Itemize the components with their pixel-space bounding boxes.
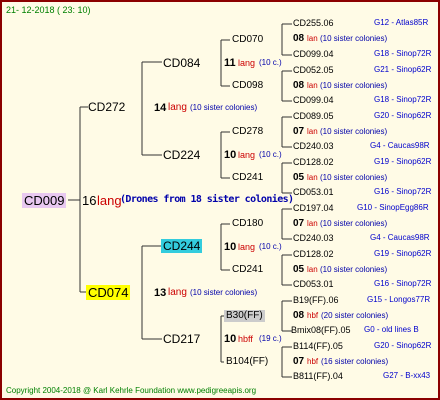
l4-queen-name[interactable]: CD128.02: [293, 250, 334, 259]
l4-queen-origin: G4 - Caucas98R: [370, 233, 430, 242]
l1-queen-colony-count: 14: [154, 102, 167, 114]
l4-queen-name[interactable]: CD240.03: [293, 142, 334, 151]
l4-queen-origin: G20 - Sinop62R: [374, 111, 432, 120]
l2-queen-mating-type: hbff: [238, 334, 253, 344]
root-queen-drone-note: (Drones from 18 sister colonies): [120, 194, 294, 205]
l4-queen-name[interactable]: B811(FF).04: [293, 372, 343, 381]
l4-queen-origin: G21 - Sinop62R: [374, 65, 432, 74]
l1-queen-note: (10 sister colonies): [190, 288, 258, 297]
l4-colony-count: 05: [293, 264, 305, 275]
l3-queen-name[interactable]: CD278: [232, 127, 263, 137]
l1-queen-name[interactable]: CD074: [86, 285, 131, 300]
l4-mating-type: lan: [307, 219, 318, 228]
l1-queen-colony-count: 13: [154, 287, 167, 299]
root-queen-colony-count: 16: [82, 193, 97, 208]
l2-queen-name[interactable]: CD244: [161, 239, 203, 253]
l3-queen-name[interactable]: B30(FF): [224, 310, 265, 322]
l2-queen-colony-count: 10: [224, 333, 237, 345]
l4-queen-name[interactable]: CD089.05: [293, 112, 334, 121]
l2-queen-note: (19 c.): [259, 334, 282, 343]
l4-queen-origin: G20 - Sinop62R: [374, 341, 432, 350]
l2-queen-name[interactable]: CD224: [163, 149, 200, 161]
l4-note: (10 sister colonies): [320, 219, 388, 228]
timestamp: 21- 12-2018 ( 23: 10): [6, 5, 91, 15]
l2-queen-name[interactable]: CD217: [163, 333, 200, 345]
l4-queen-origin: G19 - Sinop62R: [374, 157, 432, 166]
l4-note: (16 sister colonies): [321, 357, 389, 366]
l2-queen-colony-count: 10: [224, 149, 237, 161]
l4-queen-origin: G12 - Atlas85R: [374, 18, 429, 27]
l4-mating-type: lan: [307, 265, 318, 274]
l2-queen-note: (10 c.): [259, 58, 282, 67]
l4-colony-count: 07: [293, 126, 305, 137]
root-queen-mating-type: lang: [97, 193, 122, 208]
l4-mating-type: hbf: [307, 357, 319, 366]
l4-mating-type: lan: [307, 173, 318, 182]
l4-queen-name[interactable]: Bmix08(FF).05: [291, 326, 351, 335]
l4-queen-origin: G10 - SinopEgg86R: [357, 203, 429, 212]
l4-note: (10 sister colonies): [320, 173, 388, 182]
l4-mating-type: lan: [307, 127, 318, 136]
l4-queen-origin: G15 - Longos77R: [367, 295, 431, 304]
l4-queen-name[interactable]: CD255.06: [293, 19, 334, 28]
l2-queen-note: (10 c.): [259, 150, 282, 159]
l2-queen-name[interactable]: CD084: [163, 57, 200, 69]
l2-queen-mating-type: lang: [238, 242, 256, 252]
l4-queen-origin: G19 - Sinop62R: [374, 249, 432, 258]
l4-queen-origin: G27 - B-xx43: [383, 371, 431, 380]
l4-mating-type: hbf: [307, 311, 319, 320]
l4-note: (20 sister colonies): [321, 311, 389, 320]
l4-queen-name[interactable]: B19(FF).06: [293, 296, 339, 305]
l4-mating-type: lan: [307, 34, 318, 43]
l2-queen-mating-type: lang: [238, 150, 256, 160]
l4-note: (10 sister colonies): [320, 127, 388, 136]
l4-queen-name[interactable]: CD099.04: [293, 50, 334, 59]
l3-queen-name[interactable]: CD070: [232, 35, 263, 45]
l4-queen-name[interactable]: CD052.05: [293, 66, 334, 75]
l2-queen-mating-type: lang: [238, 58, 256, 68]
l4-queen-origin: G16 - Sinop72R: [374, 187, 432, 196]
l4-queen-name[interactable]: CD128.02: [293, 158, 334, 167]
l4-mating-type: lan: [307, 81, 318, 90]
l3-queen-name[interactable]: B104(FF): [226, 357, 268, 367]
l4-queen-origin: G16 - Sinop72R: [374, 279, 432, 288]
l4-colony-count: 07: [293, 218, 305, 229]
l4-colony-count: 07: [293, 356, 305, 367]
l4-queen-name[interactable]: CD053.01: [293, 280, 334, 289]
l4-queen-name[interactable]: CD240.03: [293, 234, 334, 243]
pedigree-frame: 21- 12-2018 ( 23: 10) CD009 16 lang (Dro…: [0, 0, 440, 400]
l3-queen-name[interactable]: CD098: [232, 81, 263, 91]
l4-queen-origin: G4 - Caucas98R: [370, 141, 430, 150]
l4-colony-count: 08: [293, 80, 305, 91]
l4-queen-origin: G18 - Sinop72R: [374, 49, 432, 58]
l2-queen-note: (10 c.): [259, 242, 282, 251]
root-queen-name[interactable]: CD009: [22, 193, 67, 208]
l4-queen-origin: G0 - old lines B: [364, 325, 419, 334]
l4-queen-name[interactable]: CD053.01: [293, 188, 334, 197]
l4-colony-count: 08: [293, 33, 305, 44]
l4-note: (10 sister colonies): [320, 34, 388, 43]
l1-queen-mating-type: lang: [168, 102, 187, 113]
l3-queen-name[interactable]: CD241: [232, 265, 263, 275]
l4-colony-count: 05: [293, 172, 305, 183]
l3-queen-name[interactable]: CD180: [232, 219, 263, 229]
l4-queen-name[interactable]: CD099.04: [293, 96, 334, 105]
l2-queen-colony-count: 10: [224, 241, 237, 253]
l2-queen-colony-count: 11: [224, 57, 236, 69]
l1-queen-name[interactable]: CD272: [88, 101, 125, 113]
l4-colony-count: 08: [293, 310, 305, 321]
l4-queen-name[interactable]: CD197.04: [293, 204, 334, 213]
l1-queen-note: (10 sister colonies): [190, 103, 258, 112]
l4-queen-name[interactable]: B114(FF).05: [293, 342, 343, 351]
l3-queen-name[interactable]: CD241: [232, 173, 263, 183]
copyright-footer: Copyright 2004-2018 @ Karl Kehrle Founda…: [6, 386, 257, 395]
l4-note: (10 sister colonies): [320, 81, 388, 90]
l4-note: (10 sister colonies): [320, 265, 388, 274]
l4-queen-origin: G18 - Sinop72R: [374, 95, 432, 104]
l1-queen-mating-type: lang: [168, 287, 187, 298]
